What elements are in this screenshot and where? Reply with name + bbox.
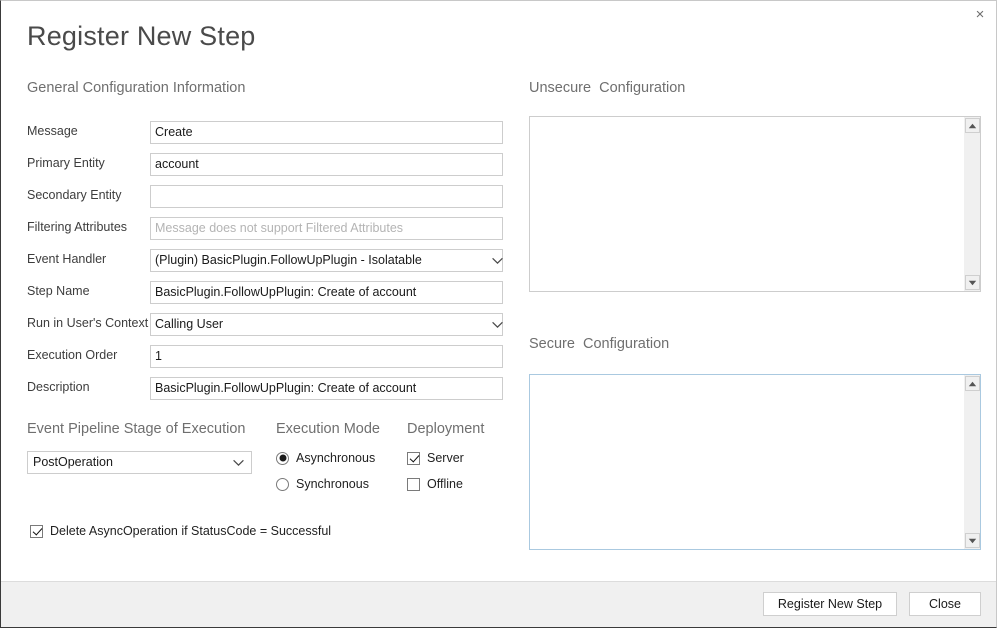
label-description: Description — [27, 380, 147, 394]
form-row-event-handler: Event Handler(Plugin) BasicPlugin.Follow… — [27, 249, 505, 272]
input-message[interactable]: Create — [150, 121, 503, 144]
close-icon[interactable]: × — [964, 1, 996, 27]
heading-event-pipeline-stage: Event Pipeline Stage of Execution — [27, 421, 245, 437]
form-row-secondary-entity: Secondary Entity — [27, 185, 505, 208]
radio-execution-mode-synchronous[interactable]: Synchronous — [276, 475, 369, 493]
label-secondary-entity: Secondary Entity — [27, 188, 147, 202]
form-row-run-in-user-s-context: Run in User's ContextCalling User — [27, 313, 505, 336]
checkbox-icon-checked — [30, 525, 43, 538]
form-row-description: DescriptionBasicPlugin.FollowUpPlugin: C… — [27, 377, 505, 400]
input-secondary-entity[interactable] — [150, 185, 503, 208]
checkbox-label-offline: Offline — [427, 477, 463, 491]
secure-configuration-box — [529, 374, 981, 550]
checkbox-icon-checked — [407, 452, 420, 465]
scroll-up-arrow-icon[interactable] — [965, 118, 980, 133]
label-run-in-user-s-context: Run in User's Context — [27, 316, 147, 330]
form-row-message: MessageCreate — [27, 121, 505, 144]
page-title: Register New Step — [27, 21, 256, 52]
checkbox-label-server: Server — [427, 451, 464, 465]
heading-deployment: Deployment — [407, 421, 484, 437]
event-pipeline-stage-value: PostOperation — [33, 455, 113, 469]
unsecure-configuration-textarea[interactable] — [530, 117, 963, 291]
scroll-down-arrow-icon[interactable] — [965, 533, 980, 548]
form-row-step-name: Step NameBasicPlugin.FollowUpPlugin: Cre… — [27, 281, 505, 304]
secure-configuration-scrollbar[interactable] — [963, 375, 980, 549]
form-row-filtering-attributes: Filtering AttributesMessage does not sup… — [27, 217, 505, 240]
radio-icon-selected — [276, 452, 289, 465]
input-execution-order[interactable]: 1 — [150, 345, 503, 368]
checkbox-icon-unchecked — [407, 478, 420, 491]
section-heading-unsecure-configuration: Unsecure Configuration — [529, 80, 685, 96]
unsecure-configuration-box — [529, 116, 981, 292]
input-primary-entity[interactable]: account — [150, 153, 503, 176]
select-event-handler[interactable]: (Plugin) BasicPlugin.FollowUpPlugin - Is… — [150, 249, 503, 272]
secure-configuration-textarea[interactable] — [530, 375, 963, 549]
select-run-in-user-s-context[interactable]: Calling User — [150, 313, 503, 336]
event-pipeline-stage-select[interactable]: PostOperation — [27, 451, 252, 474]
label-execution-order: Execution Order — [27, 348, 147, 362]
input-filtering-attributes[interactable]: Message does not support Filtered Attrib… — [150, 217, 503, 240]
checkbox-deployment-offline[interactable]: Offline — [407, 475, 463, 493]
label-primary-entity: Primary Entity — [27, 156, 147, 170]
register-new-step-button[interactable]: Register New Step — [763, 592, 897, 616]
section-heading-secure-configuration: Secure Configuration — [529, 336, 669, 352]
unsecure-configuration-scrollbar[interactable] — [963, 117, 980, 291]
radio-label-synchronous: Synchronous — [296, 477, 369, 491]
label-message: Message — [27, 124, 147, 138]
label-step-name: Step Name — [27, 284, 147, 298]
radio-label-asynchronous: Asynchronous — [296, 451, 375, 465]
dialog-footer: Register New Step Close — [1, 581, 996, 627]
form-row-primary-entity: Primary Entityaccount — [27, 153, 505, 176]
checkbox-deployment-server[interactable]: Server — [407, 449, 464, 467]
scroll-down-arrow-icon[interactable] — [965, 275, 980, 290]
close-button[interactable]: Close — [909, 592, 981, 616]
register-new-step-dialog: × Register New Step General Configuratio… — [0, 0, 997, 628]
radio-icon-unselected — [276, 478, 289, 491]
label-event-handler: Event Handler — [27, 252, 147, 266]
scroll-up-arrow-icon[interactable] — [965, 376, 980, 391]
label-filtering-attributes: Filtering Attributes — [27, 220, 147, 234]
radio-execution-mode-asynchronous[interactable]: Asynchronous — [276, 449, 375, 467]
checkbox-label-delete-asyncoperation: Delete AsyncOperation if StatusCode = Su… — [50, 524, 331, 538]
input-description[interactable]: BasicPlugin.FollowUpPlugin: Create of ac… — [150, 377, 503, 400]
section-heading-general: General Configuration Information — [27, 80, 245, 96]
checkbox-delete-asyncoperation[interactable]: Delete AsyncOperation if StatusCode = Su… — [30, 522, 331, 540]
heading-execution-mode: Execution Mode — [276, 421, 380, 437]
form-row-execution-order: Execution Order1 — [27, 345, 505, 368]
input-step-name[interactable]: BasicPlugin.FollowUpPlugin: Create of ac… — [150, 281, 503, 304]
chevron-down-icon — [233, 459, 244, 466]
